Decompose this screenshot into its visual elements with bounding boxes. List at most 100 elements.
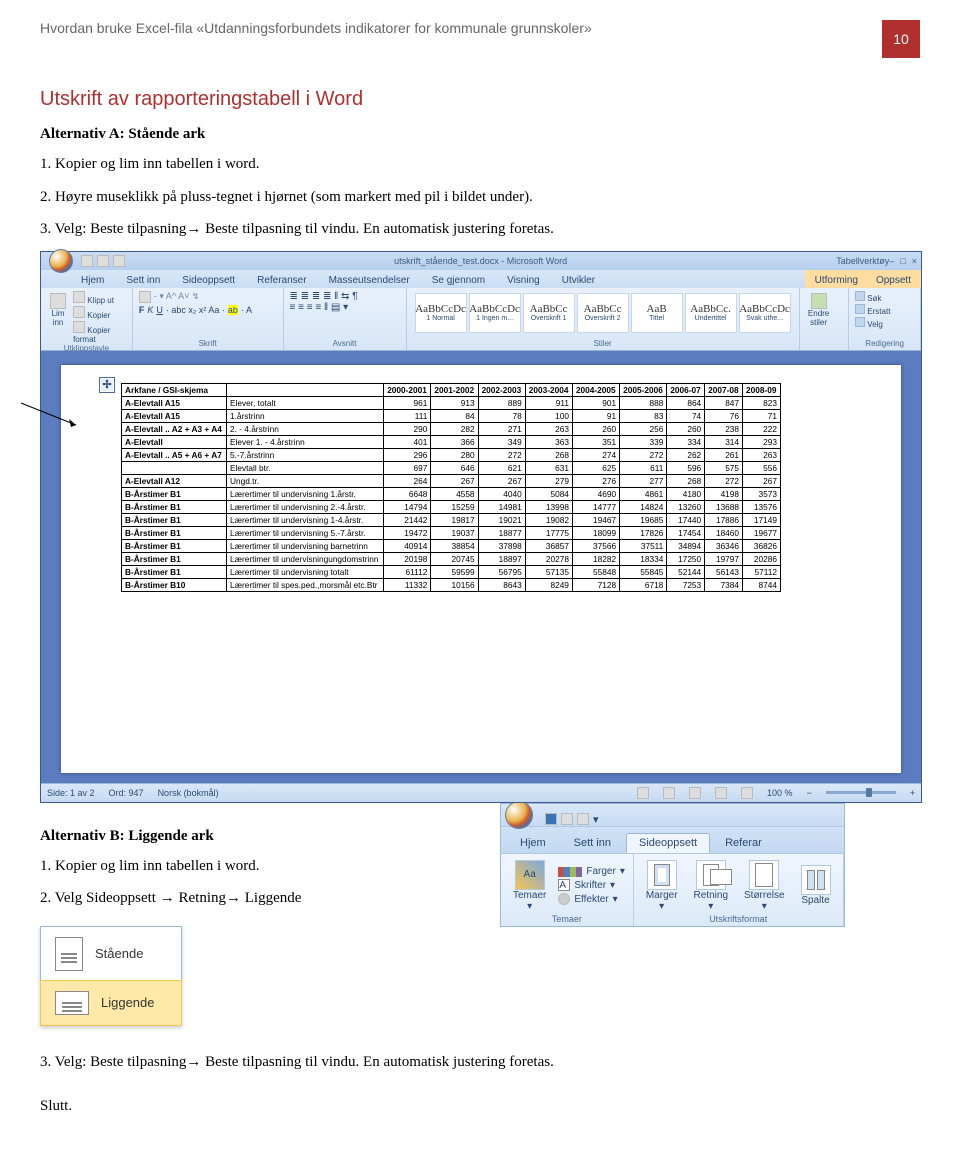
save-icon[interactable] bbox=[81, 255, 93, 267]
paste-button[interactable]: Lim inn bbox=[47, 291, 69, 329]
orientation-landscape-item[interactable]: Liggende bbox=[41, 981, 181, 1025]
format-painter-button[interactable]: Kopier format bbox=[73, 321, 126, 344]
word-document-title: utskrift_stående_test.docx - Microsoft W… bbox=[125, 256, 836, 266]
group-themes-label: Temaer bbox=[509, 914, 625, 924]
section-title: Utskrift av rapporteringstabell i Word bbox=[40, 88, 920, 111]
clipboard-icon bbox=[50, 293, 66, 309]
chevron-down-icon: ▾ bbox=[708, 901, 713, 912]
tab-hjem[interactable]: Hjem bbox=[507, 833, 559, 853]
zoom-slider[interactable] bbox=[826, 791, 896, 794]
effects-icon bbox=[558, 893, 570, 905]
change-styles-button[interactable]: Endre stiler bbox=[806, 291, 832, 329]
orientation-portrait-item[interactable]: Stående bbox=[41, 927, 181, 981]
maximize-icon[interactable]: □ bbox=[900, 256, 905, 266]
view-print-layout-icon[interactable] bbox=[637, 787, 649, 799]
margins-button[interactable]: Marger▾ bbox=[642, 858, 682, 914]
zoom-out-icon[interactable]: − bbox=[806, 788, 811, 798]
find-button[interactable]: Søk bbox=[855, 291, 914, 303]
slutt-label: Slutt. bbox=[40, 1098, 920, 1115]
size-icon bbox=[749, 860, 779, 890]
themes-button[interactable]: Aa Temaer▾ bbox=[509, 858, 550, 914]
view-outline-icon[interactable] bbox=[715, 787, 727, 799]
cut-button[interactable]: Klipp ut bbox=[73, 291, 126, 305]
theme-effects-button[interactable]: Effekter ▾ bbox=[558, 893, 624, 905]
tab-hjem[interactable]: Hjem bbox=[77, 273, 108, 288]
copy-button[interactable]: Kopier bbox=[73, 306, 126, 320]
redo-icon[interactable] bbox=[113, 255, 125, 267]
office-button-icon[interactable] bbox=[505, 801, 533, 829]
size-button[interactable]: Størrelse▾ bbox=[740, 858, 789, 914]
style-item[interactable]: AaBTittel bbox=[631, 293, 683, 333]
columns-button[interactable]: Spalte bbox=[797, 863, 835, 908]
tab-referanser[interactable]: Referanser bbox=[253, 273, 310, 288]
group-font-label: Skrift bbox=[139, 339, 277, 348]
view-web-icon[interactable] bbox=[689, 787, 701, 799]
alt-b-heading: Alternativ B: Liggende ark bbox=[40, 828, 460, 845]
style-item[interactable]: AaBbCcDc1 Normal bbox=[415, 293, 467, 333]
tab-utvikler[interactable]: Utvikler bbox=[558, 273, 599, 288]
select-button[interactable]: Velg bbox=[855, 317, 914, 329]
group-editing-label: Redigering bbox=[855, 339, 914, 348]
brush-icon bbox=[73, 321, 85, 333]
style-item[interactable]: AaBbCcOverskrift 2 bbox=[577, 293, 629, 333]
theme-fonts-button[interactable]: A Skrifter ▾ bbox=[558, 879, 624, 891]
word-ribbon: Lim inn Klipp ut Kopier Kopier format Ut… bbox=[41, 288, 921, 351]
status-page: Side: 1 av 2 bbox=[47, 788, 95, 798]
orientation-landscape-label: Liggende bbox=[101, 995, 155, 1010]
undo-icon[interactable] bbox=[97, 255, 109, 267]
chevron-down-icon: ▾ bbox=[659, 901, 664, 912]
report-table[interactable]: Arkfane / GSI-skjema2000-20012001-200220… bbox=[121, 383, 781, 592]
callout-arrow-icon bbox=[21, 403, 81, 436]
minimize-icon[interactable]: – bbox=[889, 256, 894, 266]
redo-icon[interactable] bbox=[577, 813, 589, 825]
tab-oppsett[interactable]: Oppsett bbox=[872, 273, 915, 288]
tab-referanser[interactable]: Referar bbox=[712, 833, 775, 853]
tab-utforming[interactable]: Utforming bbox=[811, 273, 862, 288]
tab-sett-inn[interactable]: Sett inn bbox=[122, 273, 164, 288]
orientation-dropdown-menu: Stående Liggende bbox=[40, 926, 182, 1026]
font-selector[interactable] bbox=[139, 291, 151, 303]
page-number-badge: 10 bbox=[882, 20, 920, 58]
style-item[interactable]: AaBbCc.Undertittel bbox=[685, 293, 737, 333]
tab-se-gjennom[interactable]: Se gjennom bbox=[428, 273, 489, 288]
alt-a-step-3: 3. Velg: Beste tilpasning→ Beste tilpasn… bbox=[40, 218, 920, 241]
style-item[interactable]: AaBbCcOverskrift 1 bbox=[523, 293, 575, 333]
zoom-in-icon[interactable]: + bbox=[910, 788, 915, 798]
status-zoom: 100 % bbox=[767, 788, 793, 798]
alt-b-step-3: 3. Velg: Beste tilpasning→ Beste tilpasn… bbox=[40, 1051, 920, 1074]
alt-a-step-1: 1. Kopier og lim inn tabellen i word. bbox=[40, 153, 920, 176]
office-button-icon[interactable] bbox=[49, 249, 73, 273]
tab-sett-inn[interactable]: Sett inn bbox=[561, 833, 624, 853]
word-ribbon-tabs: Hjem Sett inn Sideoppsett Referanser Mas… bbox=[41, 270, 921, 288]
replace-button[interactable]: Erstatt bbox=[855, 304, 914, 316]
save-icon[interactable] bbox=[545, 813, 557, 825]
contextual-tool-label: Tabellverktøy bbox=[836, 256, 889, 266]
orientation-portrait-label: Stående bbox=[95, 946, 143, 961]
word-statusbar: Side: 1 av 2 Ord: 947 Norsk (bokmål) 100… bbox=[41, 783, 921, 802]
columns-icon bbox=[801, 865, 831, 895]
group-styles-label: Stiler bbox=[413, 339, 793, 348]
view-reading-icon[interactable] bbox=[663, 787, 675, 799]
table-move-handle-icon[interactable]: ✢ bbox=[99, 377, 115, 393]
arrow-icon: → bbox=[186, 1053, 201, 1070]
close-icon[interactable]: × bbox=[912, 256, 917, 266]
themes-icon: Aa bbox=[515, 860, 545, 890]
group-paragraph-label: Avsnitt bbox=[290, 339, 400, 348]
view-draft-icon[interactable] bbox=[741, 787, 753, 799]
orientation-button[interactable]: Retning▾ bbox=[690, 858, 732, 914]
tab-visning[interactable]: Visning bbox=[503, 273, 544, 288]
group-page-setup-label: Utskriftsformat bbox=[642, 914, 835, 924]
style-item[interactable]: AaBbCcDc1 Ingen m... bbox=[469, 293, 521, 333]
alt-a-step-2: 2. Høyre museklikk på pluss-tegnet i hjø… bbox=[40, 186, 920, 209]
scissors-icon bbox=[73, 291, 85, 303]
fonts-icon: A bbox=[558, 879, 570, 891]
styles-gallery[interactable]: AaBbCcDc1 NormalAaBbCcDc1 Ingen m...AaBb… bbox=[413, 291, 793, 335]
qat-dropdown-icon[interactable]: ▾ bbox=[593, 813, 599, 826]
tab-masseutsendelser[interactable]: Masseutsendelser bbox=[325, 273, 414, 288]
style-item[interactable]: AaBbCcDcSvak uthe... bbox=[739, 293, 791, 333]
arrow-icon: → bbox=[160, 889, 175, 906]
undo-icon[interactable] bbox=[561, 813, 573, 825]
tab-sideoppsett[interactable]: Sideoppsett bbox=[178, 273, 239, 288]
tab-sideoppsett[interactable]: Sideoppsett bbox=[626, 833, 710, 853]
theme-colors-button[interactable]: Farger ▾ bbox=[558, 866, 624, 877]
